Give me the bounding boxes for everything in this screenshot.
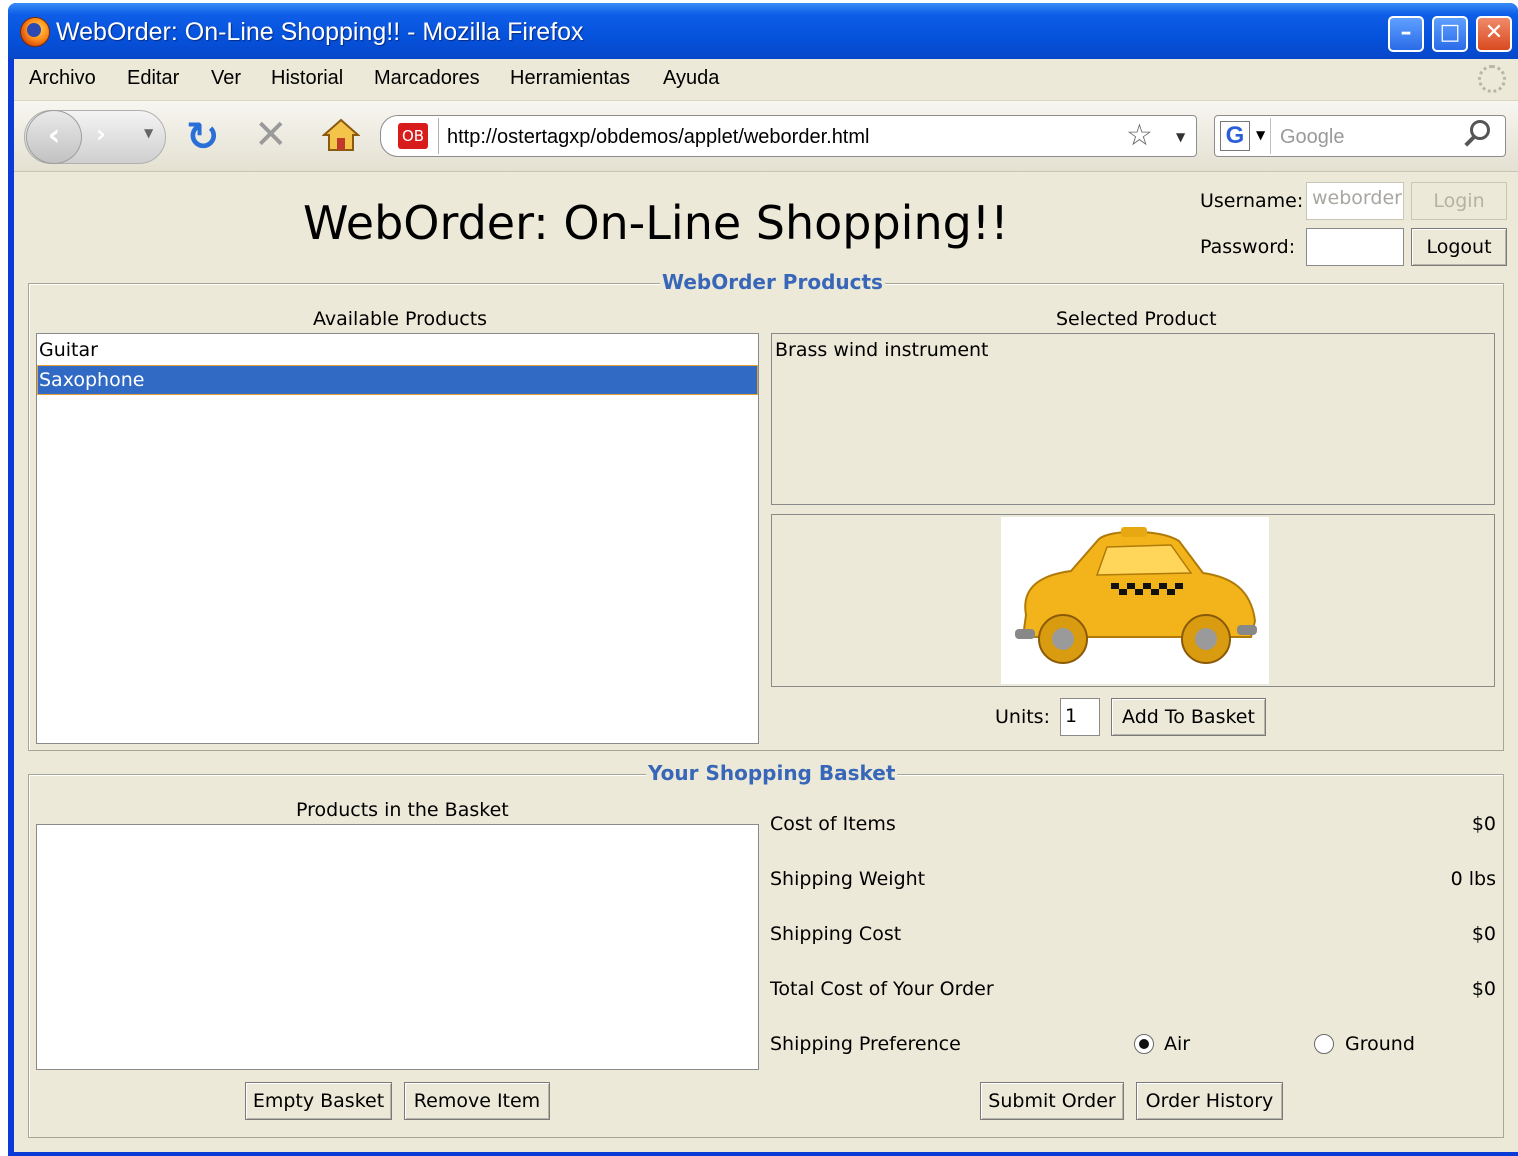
available-products-label: Available Products bbox=[313, 308, 488, 330]
menu-marcadores[interactable]: Marcadores bbox=[374, 67, 480, 90]
username-field[interactable]: weborder bbox=[1306, 182, 1404, 220]
shipping-weight-label: Shipping Weight bbox=[770, 868, 926, 890]
address-separator bbox=[438, 118, 439, 154]
home-icon[interactable] bbox=[322, 118, 360, 152]
logout-button[interactable]: Logout bbox=[1411, 228, 1507, 266]
search-icon[interactable] bbox=[1470, 120, 1490, 140]
history-dropdown-icon[interactable]: ▼ bbox=[144, 126, 153, 140]
available-products-list[interactable]: Guitar Saxophone bbox=[36, 333, 759, 744]
cost-of-items-value: $0 bbox=[1471, 813, 1496, 835]
window-title: WebOrder: On-Line Shopping!! - Mozilla F… bbox=[56, 18, 584, 46]
close-button[interactable]: ✕ bbox=[1476, 16, 1512, 52]
minimize-button[interactable]: – bbox=[1388, 16, 1424, 52]
product-image-panel bbox=[771, 514, 1495, 687]
add-to-basket-button[interactable]: Add To Basket bbox=[1111, 698, 1266, 736]
cost-of-items-label: Cost of Items bbox=[770, 813, 896, 835]
maximize-button[interactable]: □ bbox=[1432, 16, 1468, 52]
air-radio[interactable] bbox=[1134, 1034, 1154, 1054]
menu-ver[interactable]: Ver bbox=[211, 67, 241, 90]
forward-button[interactable]: › bbox=[96, 120, 106, 148]
products-legend: WebOrder Products bbox=[660, 270, 885, 294]
product-item-guitar[interactable]: Guitar bbox=[37, 335, 758, 365]
ground-radio[interactable] bbox=[1314, 1034, 1334, 1054]
units-label: Units: bbox=[995, 706, 1050, 728]
shipping-weight-value: 0 lbs bbox=[1450, 868, 1496, 890]
page-title: WebOrder: On-Line Shopping!! bbox=[303, 196, 1009, 250]
bookmark-star-icon[interactable]: ☆ bbox=[1126, 118, 1153, 153]
taxi-car-image bbox=[1001, 517, 1269, 684]
product-description-panel: Brass wind instrument bbox=[771, 333, 1495, 505]
menu-ayuda[interactable]: Ayuda bbox=[663, 67, 719, 90]
units-input[interactable]: 1 bbox=[1060, 698, 1100, 736]
search-separator bbox=[1270, 118, 1271, 154]
basket-legend: Your Shopping Basket bbox=[646, 761, 898, 785]
login-button[interactable]: Login bbox=[1411, 182, 1507, 220]
menu-historial[interactable]: Historial bbox=[271, 67, 343, 90]
total-cost-value: $0 bbox=[1471, 978, 1496, 1000]
password-label: Password: bbox=[1200, 236, 1296, 258]
firefox-icon bbox=[20, 17, 50, 47]
url-dropdown-icon[interactable]: ▼ bbox=[1176, 130, 1185, 144]
stop-icon[interactable]: ✕ bbox=[254, 112, 288, 158]
password-field[interactable] bbox=[1306, 228, 1404, 266]
remove-item-button[interactable]: Remove Item bbox=[404, 1082, 550, 1120]
menu-editar[interactable]: Editar bbox=[127, 67, 179, 90]
throbber-icon bbox=[1478, 65, 1506, 93]
shipping-cost-label: Shipping Cost bbox=[770, 923, 902, 945]
basket-products-list[interactable] bbox=[36, 824, 759, 1070]
search-engine-icon[interactable]: G bbox=[1220, 121, 1250, 151]
product-description: Brass wind instrument bbox=[775, 339, 989, 361]
air-label[interactable]: Air bbox=[1164, 1033, 1190, 1055]
shipping-preference-label: Shipping Preference bbox=[770, 1033, 961, 1055]
ground-label[interactable]: Ground bbox=[1345, 1033, 1415, 1055]
order-history-button[interactable]: Order History bbox=[1136, 1082, 1283, 1120]
shipping-cost-value: $0 bbox=[1471, 923, 1496, 945]
username-label: Username: bbox=[1200, 190, 1304, 212]
menu-herramientas[interactable]: Herramientas bbox=[510, 67, 630, 90]
basket-list-label: Products in the Basket bbox=[296, 799, 509, 821]
menu-archivo[interactable]: Archivo bbox=[29, 67, 96, 90]
selected-product-label: Selected Product bbox=[1056, 308, 1217, 330]
product-item-saxophone[interactable]: Saxophone bbox=[37, 365, 758, 395]
empty-basket-button[interactable]: Empty Basket bbox=[245, 1082, 392, 1120]
search-input[interactable]: Google bbox=[1280, 126, 1345, 149]
search-engine-dropdown-icon[interactable]: ▼ bbox=[1256, 128, 1265, 142]
url-text[interactable]: http://ostertagxp/obdemos/applet/weborde… bbox=[447, 126, 869, 149]
total-cost-label: Total Cost of Your Order bbox=[770, 978, 994, 1000]
reload-icon[interactable]: ↻ bbox=[186, 114, 220, 160]
site-favicon: OB bbox=[398, 123, 428, 149]
submit-order-button[interactable]: Submit Order bbox=[980, 1082, 1124, 1120]
back-button[interactable]: ‹ bbox=[26, 110, 82, 164]
